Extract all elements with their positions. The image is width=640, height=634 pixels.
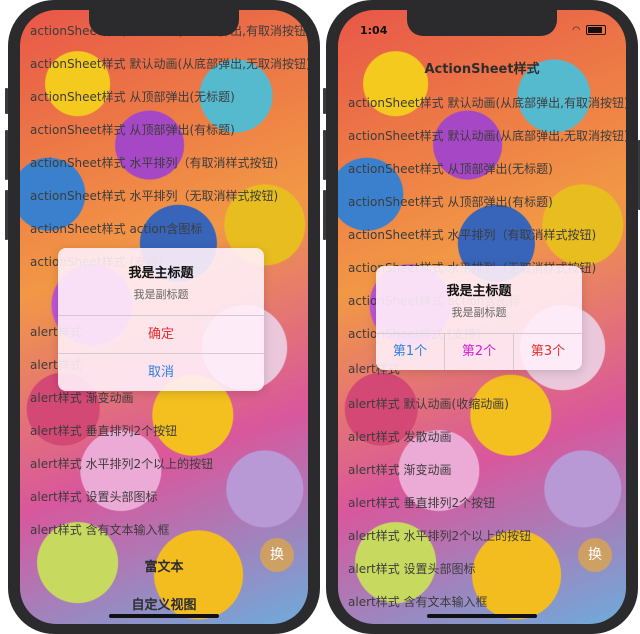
notch [89,10,239,36]
alert-subtitle: 我是副标题 [133,288,189,301]
notch [407,10,557,36]
confirm-button[interactable]: 确定 [58,315,264,353]
alert-title: 我是主标题 [446,284,512,299]
volume-up-button [5,130,8,180]
alert-subtitle: 我是副标题 [451,306,507,319]
left-phone-frame: actionSheet样式 默认动画(从底部弹出,有取消按钮) actionSh… [5,0,320,634]
volume-down-button [323,190,326,240]
volume-up-button [323,130,326,180]
mute-switch [5,88,8,114]
left-screen: actionSheet样式 默认动画(从底部弹出,有取消按钮) actionSh… [20,10,308,624]
alert-title: 我是主标题 [128,266,194,281]
right-screen: 1:04 ◠ ActionSheet样式 actionSheet样式 默认动画(… [338,10,626,624]
cancel-button[interactable]: 取消 [58,353,264,391]
volume-down-button [5,190,8,240]
mute-switch [323,88,326,114]
wifi-icon: ◠ [572,25,581,36]
alert-dialog: 我是主标题 我是副标题 确定 取消 [58,248,264,391]
alert-button-row: 第1个 第2个 第3个 [376,333,582,370]
status-icons: ◠ [572,25,606,36]
status-time: 1:04 [360,24,388,37]
option-1-button[interactable]: 第1个 [376,334,445,370]
right-phone-frame: 1:04 ◠ ActionSheet样式 actionSheet样式 默认动画(… [323,0,640,634]
alert-dialog: 我是主标题 我是副标题 第1个 第2个 第3个 [376,266,582,370]
home-indicator [109,614,219,618]
option-2-button[interactable]: 第2个 [445,334,514,370]
battery-icon [586,25,606,35]
home-indicator [427,614,537,618]
option-3-button[interactable]: 第3个 [514,334,582,370]
